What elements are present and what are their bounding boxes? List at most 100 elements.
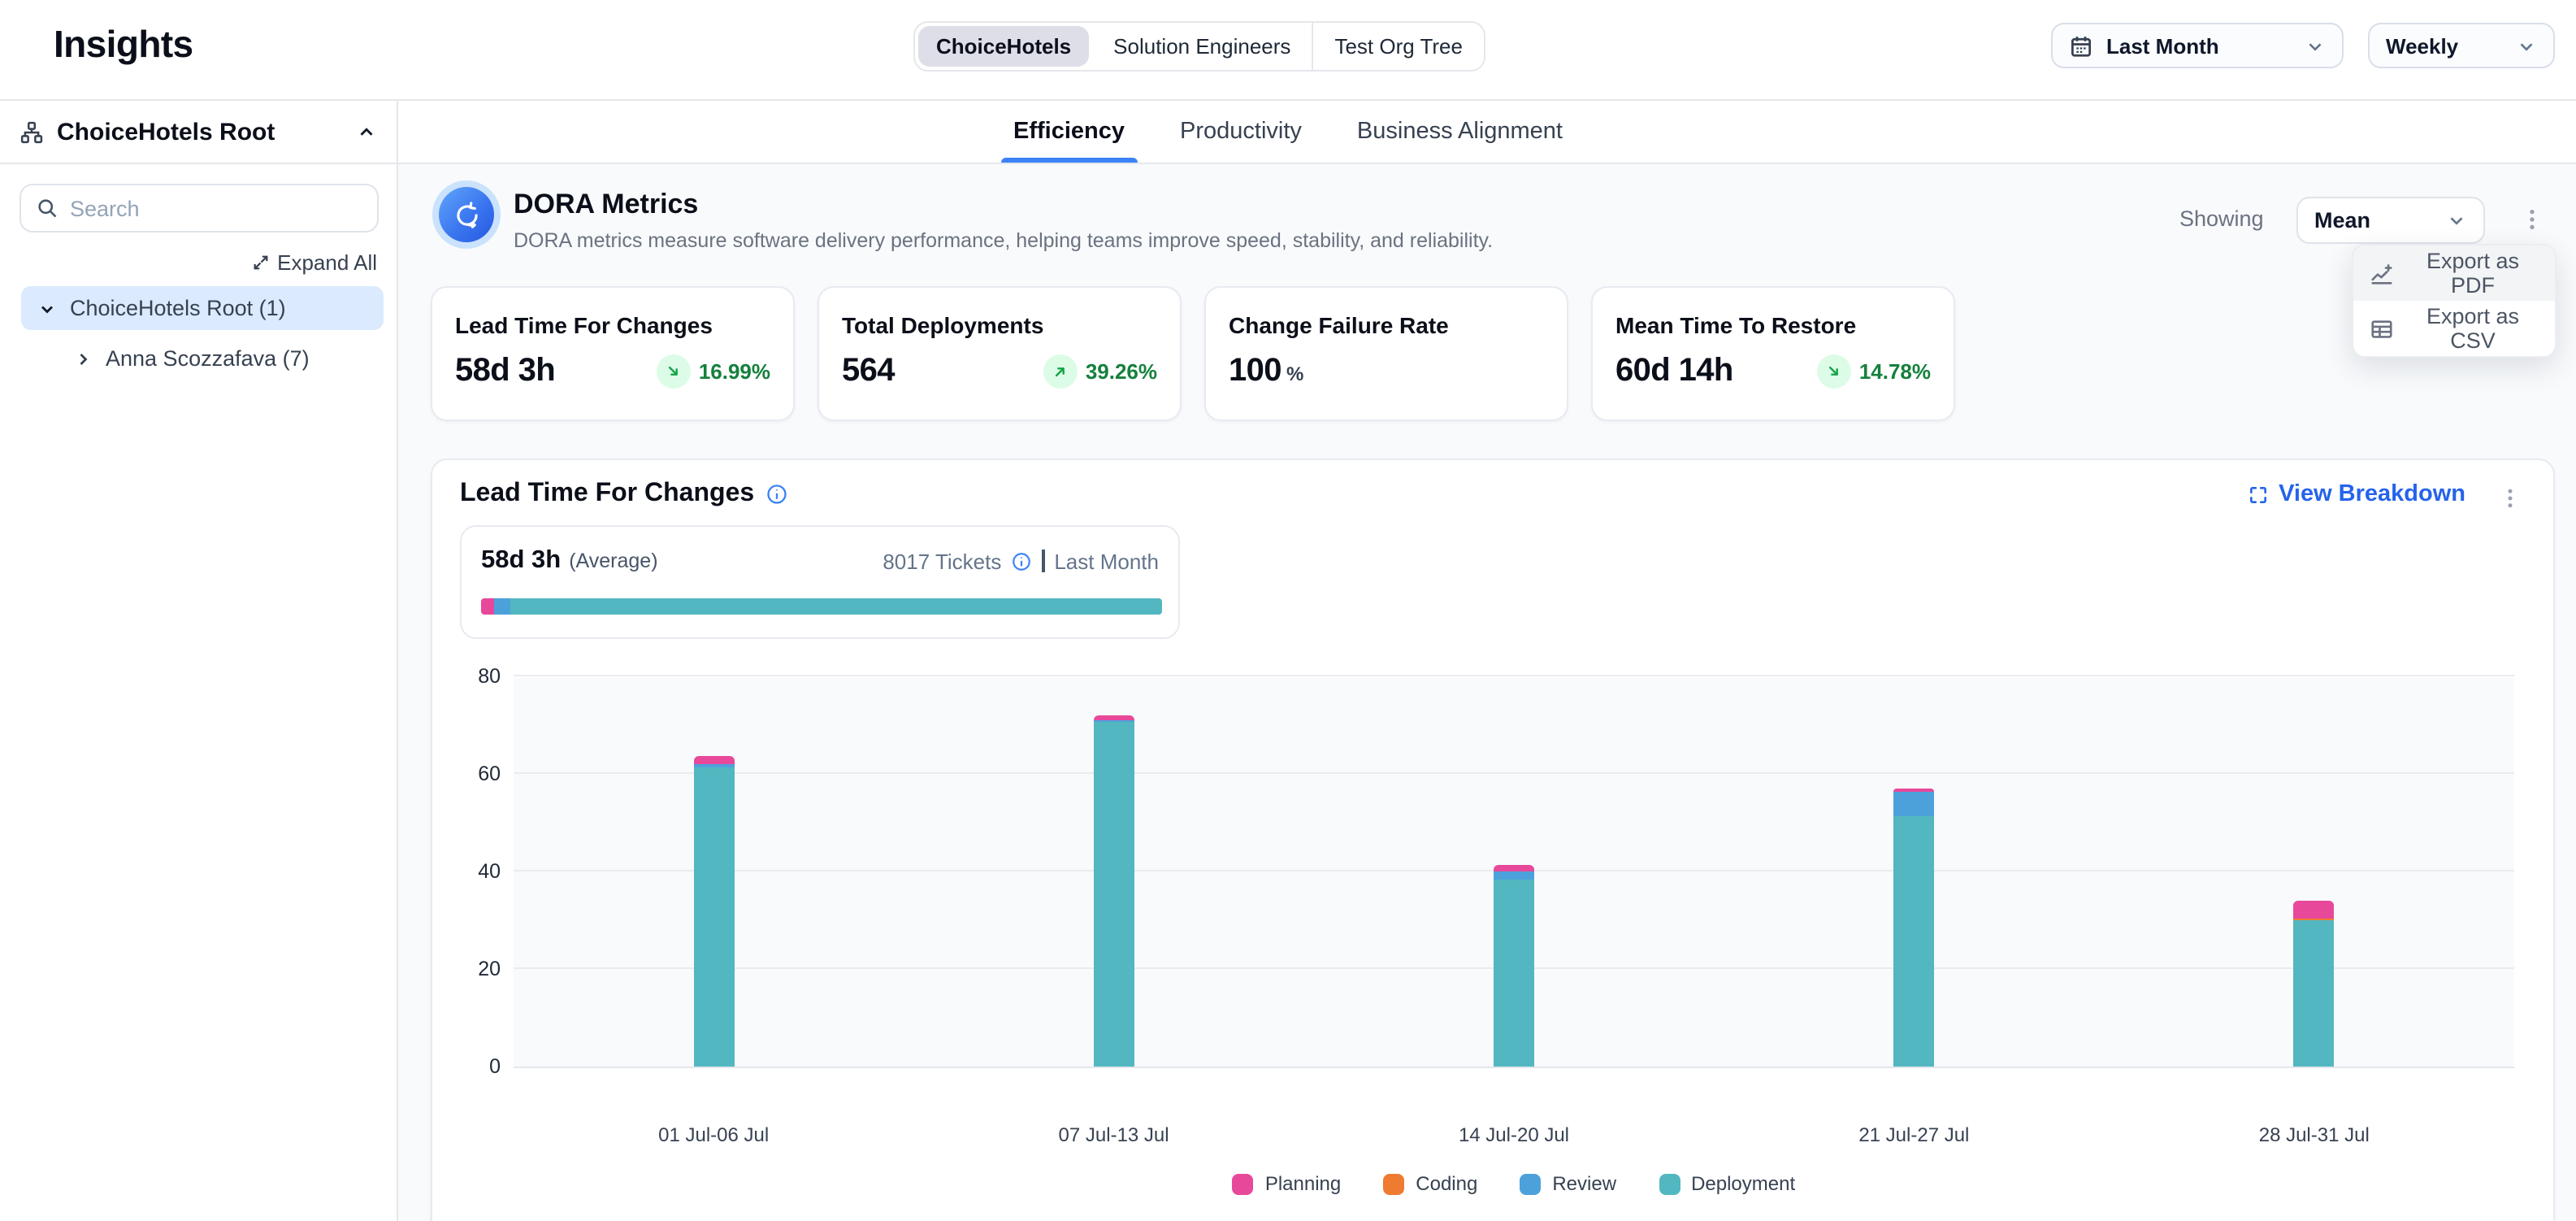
stat-title: Mean Time To Restore [1615, 312, 1931, 338]
tab-productivity[interactable]: Productivity [1177, 101, 1305, 163]
stat-value: 100% [1229, 353, 1303, 390]
gridline [514, 772, 2514, 774]
info-icon[interactable] [1011, 550, 1032, 571]
stat-card-mean-time-to-restore[interactable]: Mean Time To Restore 60d 14h 14.78% [1591, 286, 1955, 421]
bar-segment-planning[interactable] [2294, 902, 2335, 919]
trend-value: 39.26% [1086, 359, 1157, 384]
dora-metrics-title: DORA Metrics [514, 189, 698, 221]
tree-item-anna-scozzafava[interactable]: Anna Scozzafava (7) [21, 337, 384, 380]
view-breakdown-button[interactable]: View Breakdown [2248, 481, 2465, 507]
stacked-bar[interactable] [1893, 789, 1934, 1067]
sidebar-collapse-button[interactable] [356, 121, 377, 142]
chevron-down-icon [2305, 35, 2326, 56]
bar-segment-deployment[interactable] [1893, 816, 1934, 1067]
showing-value: Mean [2314, 208, 2370, 232]
chevron-down-icon [2446, 210, 2467, 231]
lead-time-title: Lead Time For Changes [460, 480, 754, 509]
lead-time-summary-card: 58d 3h (Average) 8017 Tickets Last Month [460, 525, 1180, 639]
tickets-count: 8017 Tickets [883, 549, 1001, 573]
export-csv-item[interactable]: Export as CSV [2353, 301, 2555, 356]
page-title: Insights [54, 23, 193, 67]
tab-efficiency[interactable]: Efficiency [1010, 101, 1128, 163]
stat-value: 58d 3h [455, 353, 555, 390]
sidebar-header: ChoiceHotels Root [0, 101, 397, 164]
bar-segment-review[interactable] [1494, 871, 1534, 879]
x-tick-label: 01 Jul-06 Jul [600, 1123, 827, 1146]
sidebar-search [20, 184, 379, 232]
search-input[interactable] [70, 196, 362, 220]
expand-icon [251, 254, 269, 272]
legend-label: Review [1552, 1172, 1616, 1195]
legend-label: Coding [1416, 1172, 1477, 1195]
chevron-down-icon [37, 298, 57, 318]
main-content: DORA Metrics DORA metrics measure softwa… [398, 164, 2576, 1221]
stat-value: 564 [842, 353, 895, 390]
stacked-bar[interactable] [1494, 865, 1534, 1067]
bar-segment-review[interactable] [1893, 793, 1934, 816]
bar-segment-deployment[interactable] [1094, 722, 1134, 1067]
y-tick-label: 20 [445, 958, 501, 980]
app-window: Insights ChoiceHotels Solution Engineers… [0, 0, 2576, 1221]
chart-plot-area [514, 678, 2514, 1068]
trend-badge: 16.99% [657, 354, 770, 389]
trend-badge: 39.26% [1043, 354, 1157, 389]
bar-segment-planning[interactable] [693, 756, 734, 764]
expand-all-button[interactable]: Expand All [251, 250, 377, 275]
divider [1042, 550, 1044, 572]
stat-title: Total Deployments [842, 312, 1157, 338]
date-range-dropdown[interactable]: Last Month [2051, 23, 2344, 68]
bar-segment-deployment[interactable] [1494, 879, 1534, 1067]
dora-metrics-subtitle: DORA metrics measure software delivery p… [514, 229, 1493, 252]
legend-item-planning[interactable]: Planning [1233, 1172, 1341, 1195]
dora-stat-cards: Lead Time For Changes 58d 3h 16.99% Tota… [431, 286, 1955, 421]
view-breakdown-label: View Breakdown [2279, 481, 2465, 507]
trend-badge: 14.78% [1817, 354, 1931, 389]
stacked-bar[interactable] [1094, 715, 1134, 1067]
tab-business-alignment[interactable]: Business Alignment [1354, 101, 1566, 163]
export-pdf-item[interactable]: Export as PDF [2353, 246, 2555, 301]
calendar-icon [2069, 33, 2093, 58]
lead-time-header: Lead Time For Changes [460, 480, 788, 509]
lead-time-kebab-menu-button[interactable] [2488, 476, 2530, 519]
legend-swatch [1233, 1173, 1254, 1194]
org-tab-solution-engineers[interactable]: Solution Engineers [1092, 23, 1312, 70]
legend-item-deployment[interactable]: Deployment [1659, 1172, 1795, 1195]
org-tree: ChoiceHotels Root (1) Anna Scozzafava (7… [21, 286, 384, 380]
y-tick-label: 0 [445, 1055, 501, 1078]
showing-dropdown[interactable]: Mean [2296, 197, 2485, 244]
table-icon [2370, 316, 2394, 341]
info-icon[interactable] [765, 483, 788, 506]
org-chart-icon [20, 119, 44, 144]
org-tab-choicehotels[interactable]: ChoiceHotels [918, 26, 1089, 67]
x-tick-label: 28 Jul-31 Jul [2201, 1123, 2428, 1146]
lead-time-card: Lead Time For Changes View Breakdown [431, 458, 2555, 1221]
stat-card-total-deployments[interactable]: Total Deployments 564 39.26% [817, 286, 1182, 421]
bar-segment-planning[interactable] [1494, 865, 1534, 871]
stat-card-lead-time[interactable]: Lead Time For Changes 58d 3h 16.99% [431, 286, 795, 421]
stat-title: Change Failure Rate [1229, 312, 1544, 338]
top-bar: Insights ChoiceHotels Solution Engineers… [0, 0, 2576, 101]
chevron-down-icon [2516, 35, 2537, 56]
search-icon [36, 197, 59, 219]
main-tabs: Efficiency Productivity Business Alignme… [398, 101, 2576, 164]
bar-segment-deployment[interactable] [2294, 920, 2335, 1067]
stat-unit: % [1286, 363, 1303, 385]
y-tick-label: 80 [445, 665, 501, 688]
tree-item-choicehotels-root[interactable]: ChoiceHotels Root (1) [21, 286, 384, 330]
stacked-bar[interactable] [693, 756, 734, 1067]
stacked-bar[interactable] [2294, 902, 2335, 1067]
trend-down-icon [1817, 354, 1851, 389]
org-tab-test-org-tree[interactable]: Test Org Tree [1312, 23, 1484, 70]
date-range-value: Last Month [2106, 33, 2219, 58]
stat-title: Lead Time For Changes [455, 312, 770, 338]
stat-card-change-failure-rate[interactable]: Change Failure Rate 100% [1204, 286, 1568, 421]
export-menu: Export as PDF Export as CSV [2352, 244, 2556, 358]
dora-kebab-menu-button[interactable] [2511, 198, 2553, 241]
legend-item-coding[interactable]: Coding [1383, 1172, 1477, 1195]
tree-item-label: ChoiceHotels Root (1) [70, 296, 286, 320]
granularity-dropdown[interactable]: Weekly [2368, 23, 2555, 68]
showing-label: Showing [2179, 206, 2264, 231]
org-switcher: ChoiceHotels Solution Engineers Test Org… [913, 21, 1485, 72]
bar-segment-deployment[interactable] [693, 767, 734, 1067]
legend-item-review[interactable]: Review [1520, 1172, 1616, 1195]
